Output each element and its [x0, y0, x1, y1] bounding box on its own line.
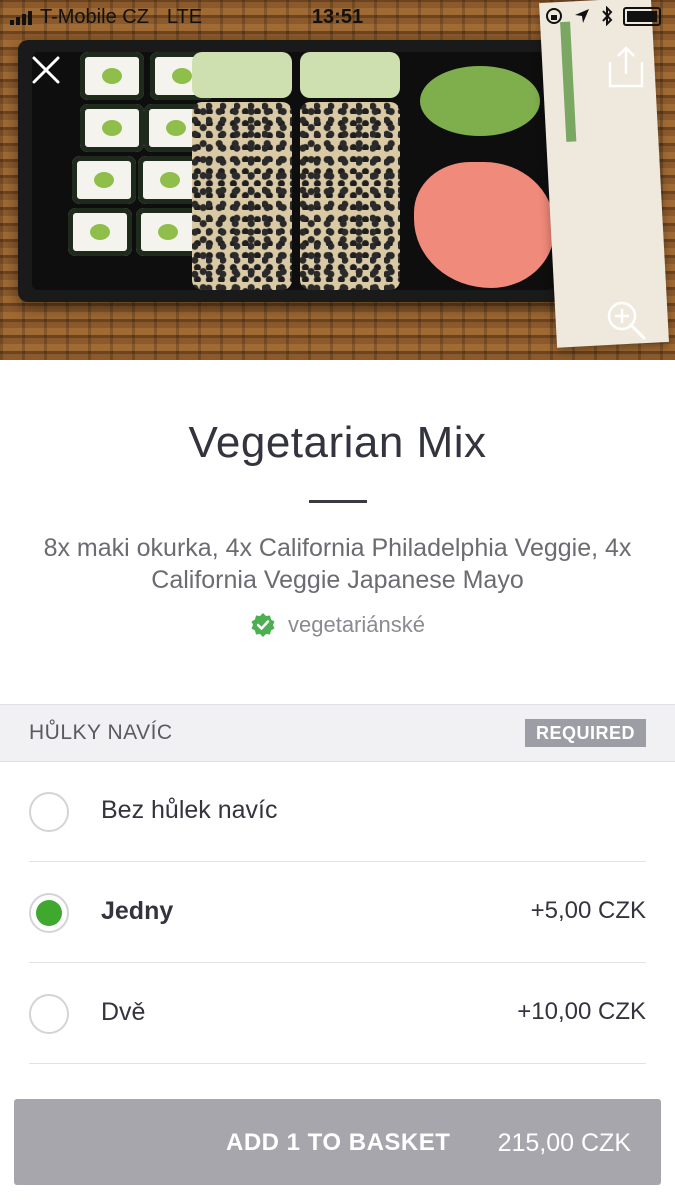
radio-button[interactable] — [29, 994, 69, 1034]
verified-check-icon — [251, 613, 275, 637]
rotation-lock-icon — [546, 8, 562, 24]
option-divider — [29, 962, 646, 963]
option-label: Bez hůlek navíc — [101, 796, 278, 824]
battery-icon — [623, 6, 661, 26]
add-to-basket-button[interactable]: ADD 1 TO BASKET 215,00 CZK — [14, 1099, 661, 1185]
option-price: +5,00 CZK — [530, 897, 646, 924]
option-dve[interactable]: Dvě +10,00 CZK — [29, 964, 646, 1064]
vegetarian-label: vegetariánské — [288, 612, 425, 637]
option-label: Jedny — [101, 897, 174, 925]
item-title: Vegetarian Mix — [188, 418, 487, 467]
hero-image — [0, 0, 675, 360]
required-badge: REQUIRED — [525, 719, 646, 747]
status-bar: T-Mobile CZ LTE 13:51 — [0, 0, 675, 36]
zoom-in-icon — [607, 301, 646, 340]
title-divider — [309, 500, 367, 503]
vegetarian-badge: vegetariánské — [0, 612, 675, 638]
options-section-header: HŮLKY NAVÍC REQUIRED — [0, 704, 675, 762]
radio-button-selected[interactable] — [29, 893, 69, 933]
share-button[interactable] — [604, 44, 648, 90]
option-bez-hulek[interactable]: Bez hůlek navíc — [29, 762, 646, 862]
option-label: Dvě — [101, 998, 146, 1026]
close-button[interactable] — [26, 50, 66, 90]
bluetooth-icon — [602, 6, 613, 26]
location-arrow-icon — [575, 9, 589, 23]
option-jedny[interactable]: Jedny +5,00 CZK — [29, 863, 646, 963]
basket-total-price: 215,00 CZK — [497, 1129, 631, 1157]
item-description: 8x maki okurka, 4x California Philadelph… — [43, 534, 632, 594]
add-to-basket-label: ADD 1 TO BASKET — [226, 1129, 451, 1156]
radio-button[interactable] — [29, 792, 69, 832]
zoom-button[interactable] — [604, 298, 648, 342]
share-icon — [608, 46, 644, 88]
option-divider — [29, 861, 646, 862]
close-icon — [32, 56, 60, 84]
option-divider — [29, 1063, 646, 1064]
option-price: +10,00 CZK — [517, 998, 646, 1025]
sushi-tray-image — [18, 40, 568, 302]
section-title: HŮLKY NAVÍC — [29, 721, 173, 744]
